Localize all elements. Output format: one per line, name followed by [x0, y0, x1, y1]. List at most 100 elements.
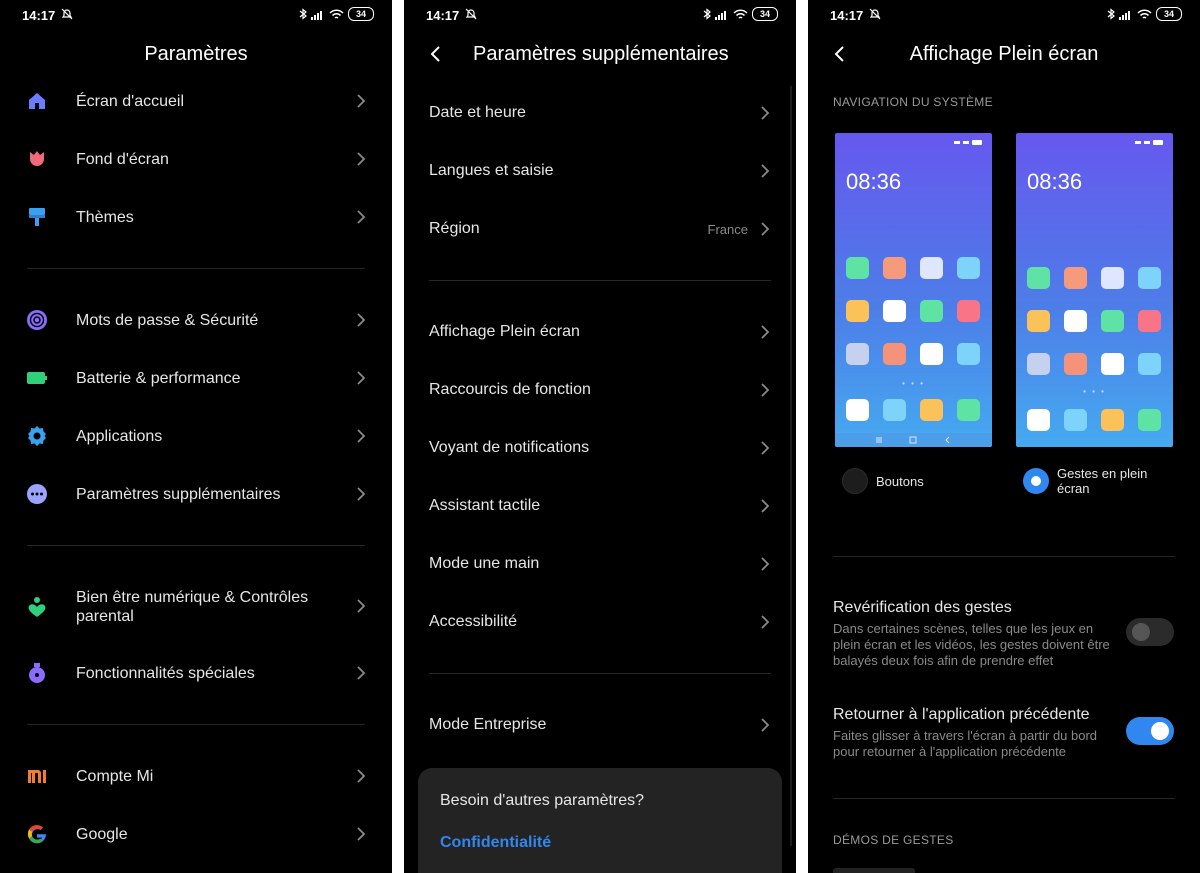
battery-level: 34: [752, 7, 778, 21]
settings-item-mi-account[interactable]: Compte Mi: [0, 751, 392, 801]
chevron-right-icon: [357, 371, 366, 385]
settings-item-label: Mots de passe & Sécurité: [76, 312, 259, 329]
settings-item-languages[interactable]: Langues et saisie: [404, 146, 796, 196]
page-title: Affichage Plein écran: [909, 43, 1099, 65]
potion-icon: [29, 663, 45, 683]
settings-item-region[interactable]: Région France: [404, 204, 796, 254]
chevron-right-icon: [357, 666, 366, 680]
settings-item-themes[interactable]: Thèmes: [0, 192, 392, 242]
chevron-right-icon: [357, 429, 366, 443]
preview-gestures[interactable]: 08:36 • • •: [1016, 133, 1173, 447]
app-icon: [1101, 267, 1124, 289]
settings-item-label: Compte Mi: [76, 768, 154, 785]
bell-off-icon: [869, 8, 881, 20]
settings-item-shortcuts[interactable]: Raccourcis de fonction: [404, 365, 796, 415]
chevron-right-icon: [357, 94, 366, 108]
radio-gestures[interactable]: [1023, 468, 1049, 494]
status-bar: 14:17 34: [0, 0, 392, 30]
battery-level: 34: [348, 7, 374, 21]
settings-item-quick-ball[interactable]: Assistant tactile: [404, 481, 796, 531]
tulip-icon: [30, 151, 44, 166]
settings-item-google[interactable]: Google: [0, 809, 392, 859]
section-header-gesture-demos: DÉMOS DE GESTES: [833, 833, 954, 847]
app-icon: [846, 343, 869, 365]
app-icon: [883, 399, 906, 421]
chevron-right-icon: [761, 106, 770, 120]
app-icon: [1138, 353, 1161, 375]
divider: [429, 673, 771, 674]
wifi-icon: [329, 8, 344, 19]
wifi-icon: [1137, 8, 1152, 19]
settings-item-special-features[interactable]: Fonctionnalités spéciales: [0, 648, 392, 698]
settings-item-label: Date et heure: [429, 104, 526, 121]
app-icon: [1101, 409, 1124, 431]
page-dots: • • •: [1083, 387, 1106, 396]
toggle-knob: [1132, 623, 1150, 641]
status-bar: 14:17 34: [404, 0, 796, 30]
app-icon: [1027, 267, 1050, 289]
settings-item-home-screen[interactable]: Écran d'accueil: [0, 76, 392, 126]
chevron-right-icon: [357, 769, 366, 783]
toggle-return-previous-app[interactable]: [1126, 717, 1174, 745]
app-icon: [1101, 310, 1124, 332]
radio-buttons[interactable]: [842, 468, 868, 494]
settings-item-enterprise-mode[interactable]: Mode Entreprise: [404, 700, 796, 750]
more-settings-question: Besoin d'autres paramètres?: [440, 792, 645, 809]
app-icon: [883, 300, 906, 322]
settings-item-label: Thèmes: [76, 209, 134, 226]
settings-item-notification-light[interactable]: Voyant de notifications: [404, 423, 796, 473]
page-dots: • • •: [902, 379, 925, 388]
settings-item-label: Applications: [76, 428, 163, 445]
app-icon: [957, 257, 980, 279]
status-time: 14:17: [22, 8, 56, 23]
chevron-right-icon: [761, 615, 770, 629]
preview-buttons[interactable]: 08:36 • • •: [835, 133, 992, 447]
setting-title: Retourner à l'application précédente: [833, 706, 1090, 723]
toggle-knob: [1151, 722, 1169, 740]
app-icon: [957, 399, 980, 421]
mini-status-icons: [1135, 140, 1163, 145]
settings-item-label: Mode une main: [429, 555, 540, 572]
status-bar: 14:17 34: [808, 0, 1200, 30]
settings-item-one-handed-mode[interactable]: Mode une main: [404, 539, 796, 589]
battery-level: 34: [1156, 7, 1182, 21]
back-arrow-icon[interactable]: [426, 44, 446, 64]
app-icon: [1138, 267, 1161, 289]
paint-roller-icon: [29, 208, 45, 226]
chevron-right-icon: [357, 313, 366, 327]
settings-item-digital-wellbeing[interactable]: Bien être numérique & Contrôles parental: [0, 580, 392, 632]
divider: [833, 556, 1175, 557]
app-icon: [883, 343, 906, 365]
settings-item-label: Fonctionnalités spéciales: [76, 665, 255, 682]
settings-item-label: Affichage Plein écran: [429, 323, 580, 340]
toggle-gesture-verification[interactable]: [1126, 618, 1174, 646]
chevron-right-icon: [761, 325, 770, 339]
chevron-right-icon: [761, 222, 770, 236]
app-icon: [1138, 409, 1161, 431]
settings-item-battery[interactable]: Batterie & performance: [0, 353, 392, 403]
divider: [833, 798, 1175, 799]
settings-item-label: Google: [76, 826, 128, 843]
section-header-navigation: NAVIGATION DU SYSTÈME: [833, 95, 993, 109]
settings-item-date-time[interactable]: Date et heure: [404, 88, 796, 138]
app-icon: [920, 343, 943, 365]
settings-item-fullscreen-display[interactable]: Affichage Plein écran: [404, 307, 796, 357]
settings-item-wallpaper[interactable]: Fond d'écran: [0, 134, 392, 184]
settings-item-label: Voyant de notifications: [429, 439, 590, 456]
app-icon: [1101, 353, 1124, 375]
settings-item-passwords-security[interactable]: Mots de passe & Sécurité: [0, 295, 392, 345]
settings-item-label: Assistant tactile: [429, 497, 541, 514]
fingerprint-icon: [27, 310, 47, 330]
preview-navbar: [835, 433, 992, 447]
settings-item-accessibility[interactable]: Accessibilité: [404, 597, 796, 647]
settings-item-additional-settings[interactable]: Paramètres supplémentaires: [0, 469, 392, 519]
chevron-right-icon: [357, 210, 366, 224]
preview-clock: 08:36: [1027, 169, 1083, 194]
settings-item-applications[interactable]: Applications: [0, 411, 392, 461]
mi-logo-icon: [28, 770, 46, 783]
demo-thumbnail[interactable]: [833, 868, 915, 873]
bluetooth-icon: [1107, 8, 1115, 20]
chevron-right-icon: [357, 152, 366, 166]
setting-description: Dans certaines scènes, telles que les je…: [833, 621, 1110, 668]
privacy-link[interactable]: Confidentialité: [440, 834, 551, 852]
